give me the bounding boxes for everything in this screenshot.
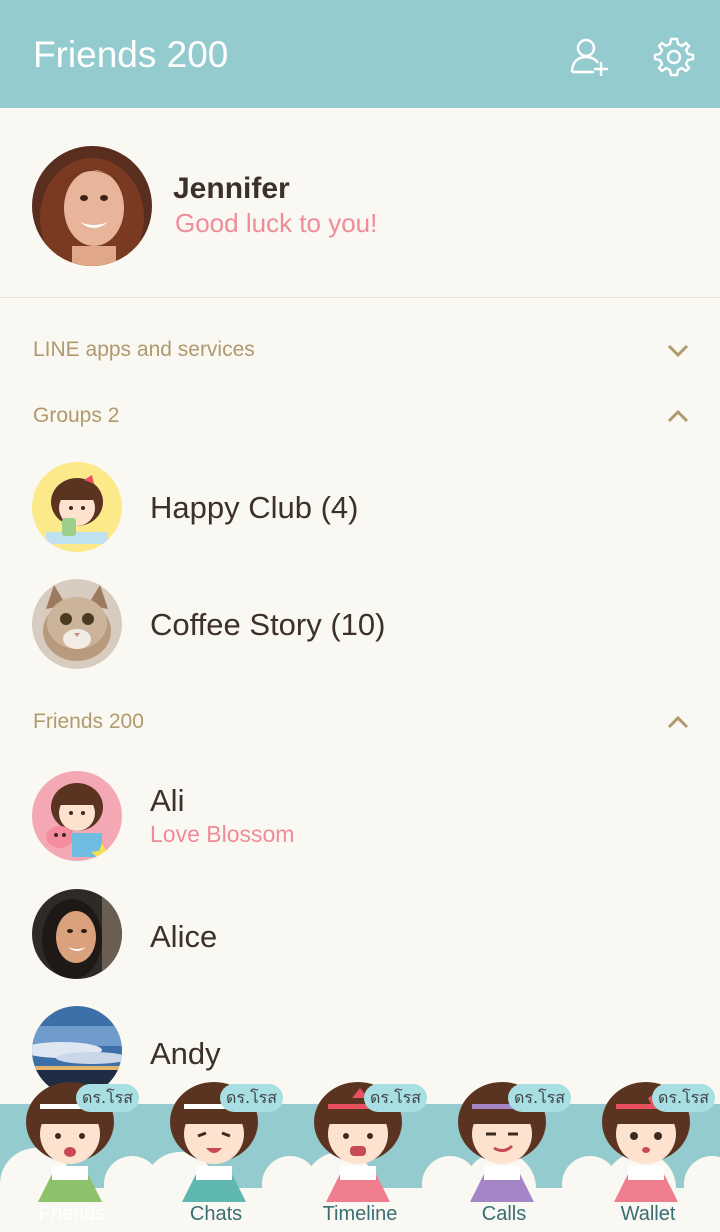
tab-wallet[interactable]: ดร.โรส Wallet <box>576 1082 720 1232</box>
friend-avatar <box>32 771 122 861</box>
profile-status: Good luck to you! <box>175 208 378 238</box>
header-title: Friends 200 <box>33 34 229 75</box>
tab-badge: ดร.โรส <box>652 1084 716 1112</box>
friend-row[interactable]: Ali Love Blossom <box>0 771 720 881</box>
friend-row[interactable]: Alice <box>0 889 720 999</box>
tab-timeline[interactable]: ดร.โรส Timeline <box>288 1082 432 1232</box>
friend-avatar <box>32 889 122 979</box>
tab-friends[interactable]: ดร.โรส Friends <box>0 1082 144 1232</box>
friend-name: Andy <box>150 1036 221 1071</box>
group-avatar <box>32 462 122 552</box>
group-row[interactable]: Happy Club (4) <box>0 462 720 572</box>
add-friend-icon[interactable] <box>568 34 612 78</box>
section-label: Groups 2 <box>33 404 120 427</box>
tab-label: Calls <box>481 1203 527 1225</box>
my-profile[interactable]: Jennifer Good luck to you! <box>0 108 720 298</box>
tab-badge: ดร.โรส <box>364 1084 428 1112</box>
tab-label: Chats <box>189 1203 243 1225</box>
chevron-down-icon <box>667 344 689 358</box>
top-header: Friends 200 <box>0 0 720 108</box>
friend-name: Alice <box>150 919 218 954</box>
group-row[interactable]: Coffee Story (10) <box>0 579 720 689</box>
section-friends[interactable]: Friends 200 <box>0 698 720 748</box>
group-name: Happy Club (4) <box>150 490 359 525</box>
tab-badge: ดร.โรส <box>76 1084 140 1112</box>
friend-status: Love Blossom <box>150 821 295 847</box>
section-groups[interactable]: Groups 2 <box>0 392 720 442</box>
section-label: LINE apps and services <box>33 338 255 361</box>
group-name: Coffee Story (10) <box>150 607 386 642</box>
settings-icon[interactable] <box>652 34 696 78</box>
chevron-up-icon <box>667 715 689 729</box>
group-avatar <box>32 579 122 669</box>
profile-avatar[interactable] <box>32 146 152 266</box>
section-label: Friends 200 <box>33 710 144 733</box>
chevron-up-icon <box>667 409 689 423</box>
friend-name: Ali <box>150 783 185 818</box>
tab-badge: ดร.โรส <box>508 1084 572 1112</box>
tab-label: Timeline <box>322 1203 398 1225</box>
tab-calls[interactable]: ดร.โรส Calls <box>432 1082 576 1232</box>
tab-badge: ดร.โรส <box>220 1084 284 1112</box>
profile-name: Jennifer <box>173 172 290 205</box>
tab-chats[interactable]: ดร.โรส Chats <box>144 1082 288 1232</box>
tab-label: Friends <box>38 1203 106 1225</box>
tab-label: Wallet <box>620 1203 676 1225</box>
section-line-apps[interactable]: LINE apps and services <box>0 326 720 376</box>
